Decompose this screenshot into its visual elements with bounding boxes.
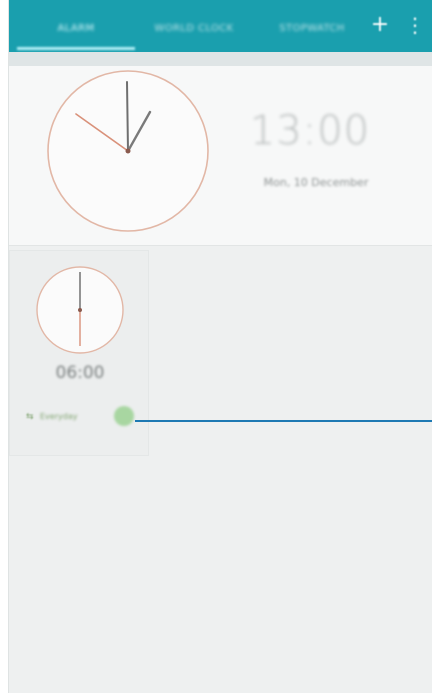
tab-bar-shadow — [9, 52, 432, 66]
add-alarm-button[interactable]: + — [369, 14, 391, 36]
current-time-card: 13:00 Mon, 10 December — [9, 66, 432, 246]
repeat-icon: ⇆ — [26, 412, 34, 422]
clock-center-dot — [125, 148, 131, 154]
alarm-time: 06:00 — [55, 363, 105, 383]
digital-time: 13:00 — [249, 108, 371, 154]
more-options-button[interactable]: ⋮ — [405, 14, 425, 36]
callout-line — [135, 420, 432, 422]
tab-bar: ALARM WORLD CLOCK STOPWATCH + ⋮ — [9, 0, 432, 52]
date-text: Mon, 10 December — [263, 176, 369, 189]
analog-clock — [47, 70, 209, 232]
tab-alarm[interactable]: ALARM — [17, 0, 135, 52]
alarm-repeat-label: Everyday — [40, 412, 78, 421]
alarm-item[interactable]: 06:00 ⇆ Everyday — [9, 250, 149, 456]
tab-world-clock[interactable]: WORLD CLOCK — [135, 0, 253, 52]
tab-stopwatch[interactable]: STOPWATCH — [253, 0, 371, 52]
minute-hand — [126, 81, 129, 152]
alarm-analog-clock — [36, 266, 124, 354]
alarm-clock-center-dot — [78, 308, 82, 312]
clock-app-screen: ALARM WORLD CLOCK STOPWATCH + ⋮ 13:00 Mo… — [8, 0, 432, 693]
active-tab-indicator — [17, 47, 135, 50]
alarm-toggle[interactable] — [114, 406, 134, 426]
